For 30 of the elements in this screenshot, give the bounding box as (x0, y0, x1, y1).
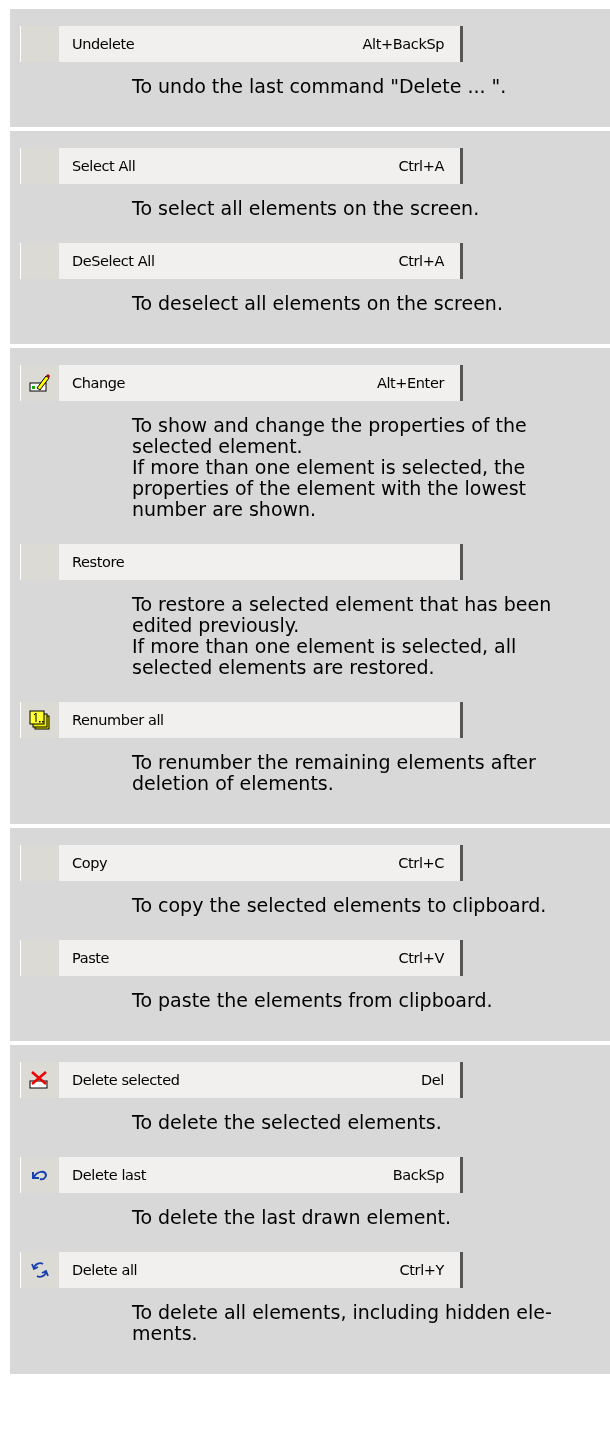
menu-item[interactable]: DeSelect All Ctrl+A (20, 243, 463, 279)
pencil-icon (29, 373, 51, 393)
menu-item[interactable]: Delete last BackSp (20, 1157, 463, 1193)
description-text: To restore a selected element that has been edited previously. (132, 594, 553, 636)
description-text: To delete the selected elements. (132, 1112, 443, 1133)
description-text: To undo the last command "Delete ... ". (132, 76, 508, 97)
menu-item[interactable]: Delete selected Del (20, 1062, 463, 1098)
menu-item[interactable]: Renumber all (20, 702, 463, 738)
description-text: To paste the elements from clipboard. (132, 990, 494, 1011)
description-text: To deselect all elements on the screen. (132, 293, 504, 314)
description-text: If more than one element is selected, the properties of the element with the lowest number are shown. (132, 457, 527, 520)
menu-item[interactable]: Copy Ctrl+C (20, 845, 463, 881)
description-text: If more than one element is selected, all selected elements are restored. (132, 636, 518, 678)
description-text: To delete all elements, including hidden ele- (132, 1302, 553, 1323)
menu-item[interactable]: Select All Ctrl+A (20, 148, 463, 184)
description-text: To delete the last drawn element. (132, 1207, 452, 1228)
description-text: ments. (132, 1323, 199, 1344)
menu-item[interactable]: Restore (20, 544, 463, 580)
description-text: To copy the selected elements to clipboard. (132, 895, 548, 916)
undo-icon (31, 1168, 49, 1182)
menu-item[interactable]: Change Alt+Enter (20, 365, 463, 401)
menu-item[interactable]: Delete all Ctrl+Y (20, 1252, 463, 1288)
circular-arrows-icon (30, 1260, 50, 1280)
description-text: To renumber the remaining elements after deletion of elements. (132, 752, 537, 794)
stacked-pages-icon (29, 710, 51, 730)
description-text: To select all elements on the screen. (132, 198, 481, 219)
description-text: To show and change the properties of the selected element. (132, 415, 528, 457)
delete-icon (29, 1070, 51, 1090)
menu-item[interactable]: Paste Ctrl+V (20, 940, 463, 976)
menu-item[interactable]: Undelete Alt+BackSp (20, 26, 463, 62)
